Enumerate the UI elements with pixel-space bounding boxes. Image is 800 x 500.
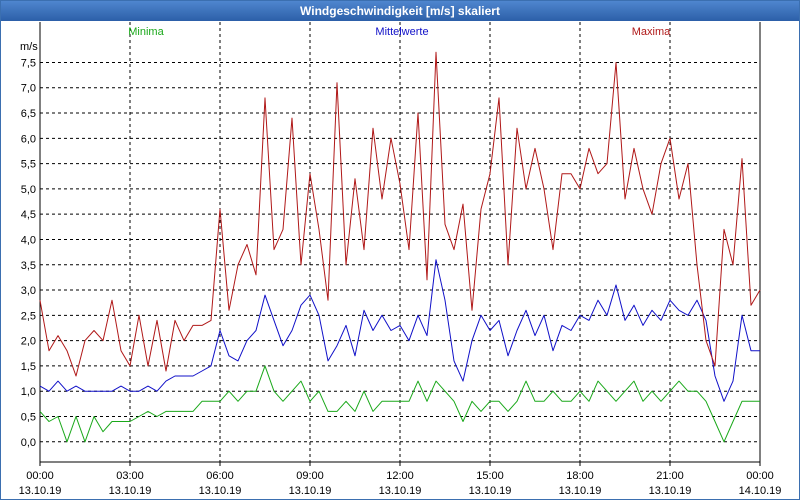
- x-tick-date-label: 13.10.19: [199, 485, 242, 497]
- x-tick-date-label: 13.10.19: [559, 485, 602, 497]
- y-tick-label: 2,0: [21, 336, 36, 348]
- y-tick-label: 1,0: [21, 386, 36, 398]
- y-tick-label: 3,0: [21, 285, 36, 297]
- x-tick-time-label: 00:00: [26, 470, 54, 482]
- legend: Minima Mittelwerte Maxima: [128, 26, 671, 38]
- y-tick-label: 0,5: [21, 411, 36, 423]
- x-tick-time-label: 12:00: [386, 470, 414, 482]
- x-tick-time-label: 00:00: [746, 470, 774, 482]
- y-tick-label: 7,5: [21, 57, 36, 69]
- wind-speed-chart: m/s 0,0 0,5 1,0 1,5 2,0 2,5 3,0 3,5 4,0 4,5 5,0 5,5…: [19, 22, 782, 497]
- x-tick-date-label: 13.10.19: [469, 485, 512, 497]
- x-tick-time-label: 21:00: [656, 470, 684, 482]
- x-tick-date-label: 13.10.19: [649, 485, 692, 497]
- x-tick-date-label: 13.10.19: [379, 485, 422, 497]
- x-tick-date-label: 13.10.19: [109, 485, 152, 497]
- x-tick-date-label: 13.10.19: [19, 485, 62, 497]
- y-tick-label: 3,5: [21, 260, 36, 272]
- y-axis-unit-label: m/s: [20, 41, 38, 53]
- y-tick-label: 6,5: [21, 108, 36, 120]
- y-tick-label: 4,5: [21, 209, 36, 221]
- y-tick-label: 5,5: [21, 159, 36, 171]
- y-tick-label: 6,0: [21, 133, 36, 145]
- x-tick-time-label: 09:00: [296, 470, 324, 482]
- x-tick-date-label: 13.10.19: [289, 485, 332, 497]
- y-tick-label: 4,0: [21, 234, 36, 246]
- grid: [40, 22, 760, 462]
- x-tick-date-label: 14.10.19: [739, 485, 782, 497]
- x-tick-time-label: 18:00: [566, 470, 594, 482]
- y-tick-label: 1,5: [21, 361, 36, 373]
- legend-entry-maxima: Maxima: [632, 26, 671, 38]
- legend-entry-minima: Minima: [128, 26, 164, 38]
- x-tick-time-label: 03:00: [116, 470, 144, 482]
- y-tick-label: 5,0: [21, 184, 36, 196]
- y-tick-label: 0,0: [21, 437, 36, 449]
- legend-entry-mittelwerte: Mittelwerte: [375, 26, 428, 38]
- x-tick-time-label: 15:00: [476, 470, 504, 482]
- x-tick-time-label: 06:00: [206, 470, 234, 482]
- y-tick-label: 7,0: [21, 83, 36, 95]
- y-tick-label: 2,5: [21, 310, 36, 322]
